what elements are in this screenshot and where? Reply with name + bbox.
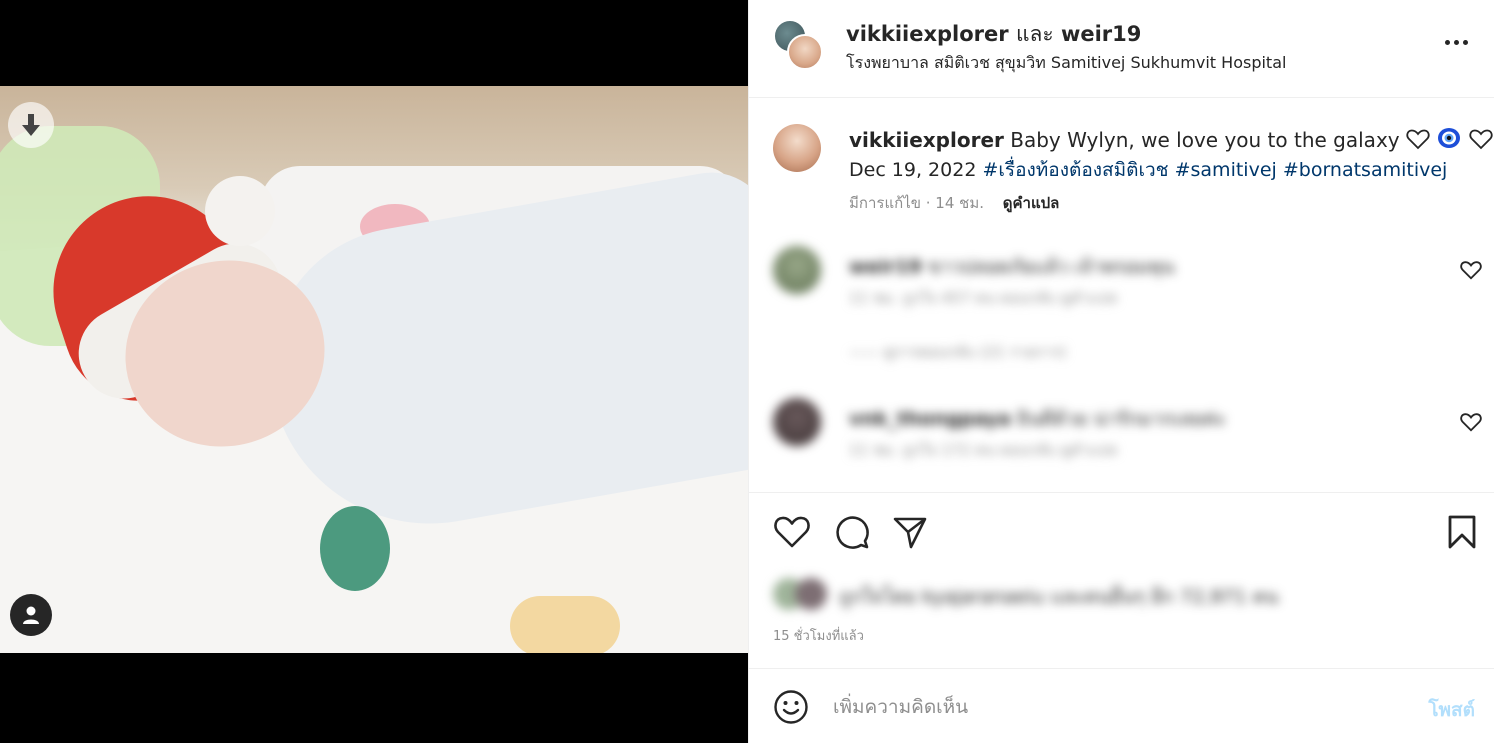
comment-item: weir19 ขาวปลอดภัยแล้ว เจ้าพรอมพุน 11 ชม.… [773,246,1473,310]
hashtag-link[interactable]: #เรื่องท้องต้องสมิติเวช [982,159,1168,181]
post-photo[interactable] [0,86,748,653]
location-link[interactable]: โรงพยาบาล สมิติเวช สุขุมวิท Samitivej Su… [846,51,1286,76]
divider [749,492,1494,493]
post-button[interactable]: โพสต์ [1428,695,1475,725]
username-link[interactable]: weir19 [1061,22,1141,46]
comment-username[interactable]: weir19 [849,256,922,278]
avatar [787,34,823,70]
avatar [795,578,827,610]
hashtag-link[interactable]: #samitivej [1175,159,1277,181]
media-pane [0,0,748,743]
action-bar [773,513,1476,553]
avatar[interactable] [773,246,821,294]
comment-item: vnk_thongpaya ยินดีด้วย น่ารักมากเลยค่ะ … [773,398,1473,462]
evil-eye-icon [1438,128,1461,148]
tagged-users-button[interactable] [10,594,52,636]
white-heart-icon [1406,129,1430,150]
avatar[interactable] [773,398,821,446]
share-paper-plane-icon[interactable] [891,513,929,551]
comment-input[interactable] [833,691,1393,723]
comment-text: weir19 ขาวปลอดภัยแล้ว เจ้าพรอมพุน [849,252,1174,282]
heart-icon[interactable] [1460,411,1482,433]
white-heart-icon [1469,129,1493,150]
comment-bubble-icon[interactable] [833,513,871,551]
collab-usernames: vikkiiexplorer และ weir19 [846,18,1141,51]
comment-body: ยินดีด้วย น่ารักมากเลยค่ะ [1016,408,1226,430]
comment-text: vnk_thongpaya ยินดีด้วย น่ารักมากเลยค่ะ [849,404,1226,434]
caption-text: vikkiiexplorer Baby Wylyn, we love you t… [849,126,1493,152]
arrow-down-icon [22,114,40,136]
heart-icon[interactable] [1460,259,1482,281]
caption-date: Dec 19, 2022 [849,159,977,181]
edited-label: มีการแก้ไข · 14 ชม. [849,194,984,212]
caption-body: Baby Wylyn, we love you to the galaxy [1010,128,1400,152]
post-panel: vikkiiexplorer และ weir19 โรงพยาบาล สมิต… [748,0,1494,743]
likes-text: ถูกใจโดย kyajaranaeiu และคนอื่นๆ อีก 72,… [839,586,1279,608]
hashtag-link[interactable]: #bornatsamitivej [1283,159,1448,181]
view-replies-button[interactable]: —— ดูการตอบกลับ (21 รายการ) [849,340,1066,364]
comment-composer: โพสต์ [749,669,1494,743]
comment-body: ขาวปลอดภัยแล้ว เจ้าพรอมพุน [927,256,1175,278]
caption-meta: มีการแก้ไข · 14 ชม. ดูคำแปล [849,191,1059,215]
user-icon [23,606,39,624]
like-heart-icon[interactable] [773,513,811,551]
more-options-button[interactable] [1441,30,1471,54]
download-button[interactable] [8,102,54,148]
collab-avatars[interactable] [773,19,825,71]
joiner-text: และ [1015,22,1054,46]
likes-summary[interactable]: ถูกใจโดย kyajaranaeiu และคนอื่นๆ อีก 72,… [773,578,1393,610]
post-timestamp[interactable]: 15 ชั่วโมงที่แล้ว [773,625,864,646]
caption-line2: Dec 19, 2022 #เรื่องท้องต้องสมิติเวช #sa… [849,155,1447,185]
emoji-smiley-icon[interactable] [773,689,809,725]
bookmark-icon[interactable] [1443,513,1481,551]
more-horizontal-icon [1444,39,1450,45]
post-header: vikkiiexplorer และ weir19 โรงพยาบาล สมิต… [749,0,1494,98]
comment-meta: 11 ชม. ถูกใจ 457 คน ตอบกลับ ดูคำแปล [849,289,1118,307]
comment-username[interactable]: vnk_thongpaya [849,408,1011,430]
caption-username[interactable]: vikkiiexplorer [849,128,1004,152]
username-link[interactable]: vikkiiexplorer [846,22,1009,46]
avatar[interactable] [773,124,821,172]
comment-meta: 11 ชม. ถูกใจ 172 คน ตอบกลับ ดูคำแปล [849,441,1118,459]
translate-button[interactable]: ดูคำแปล [1003,194,1060,212]
